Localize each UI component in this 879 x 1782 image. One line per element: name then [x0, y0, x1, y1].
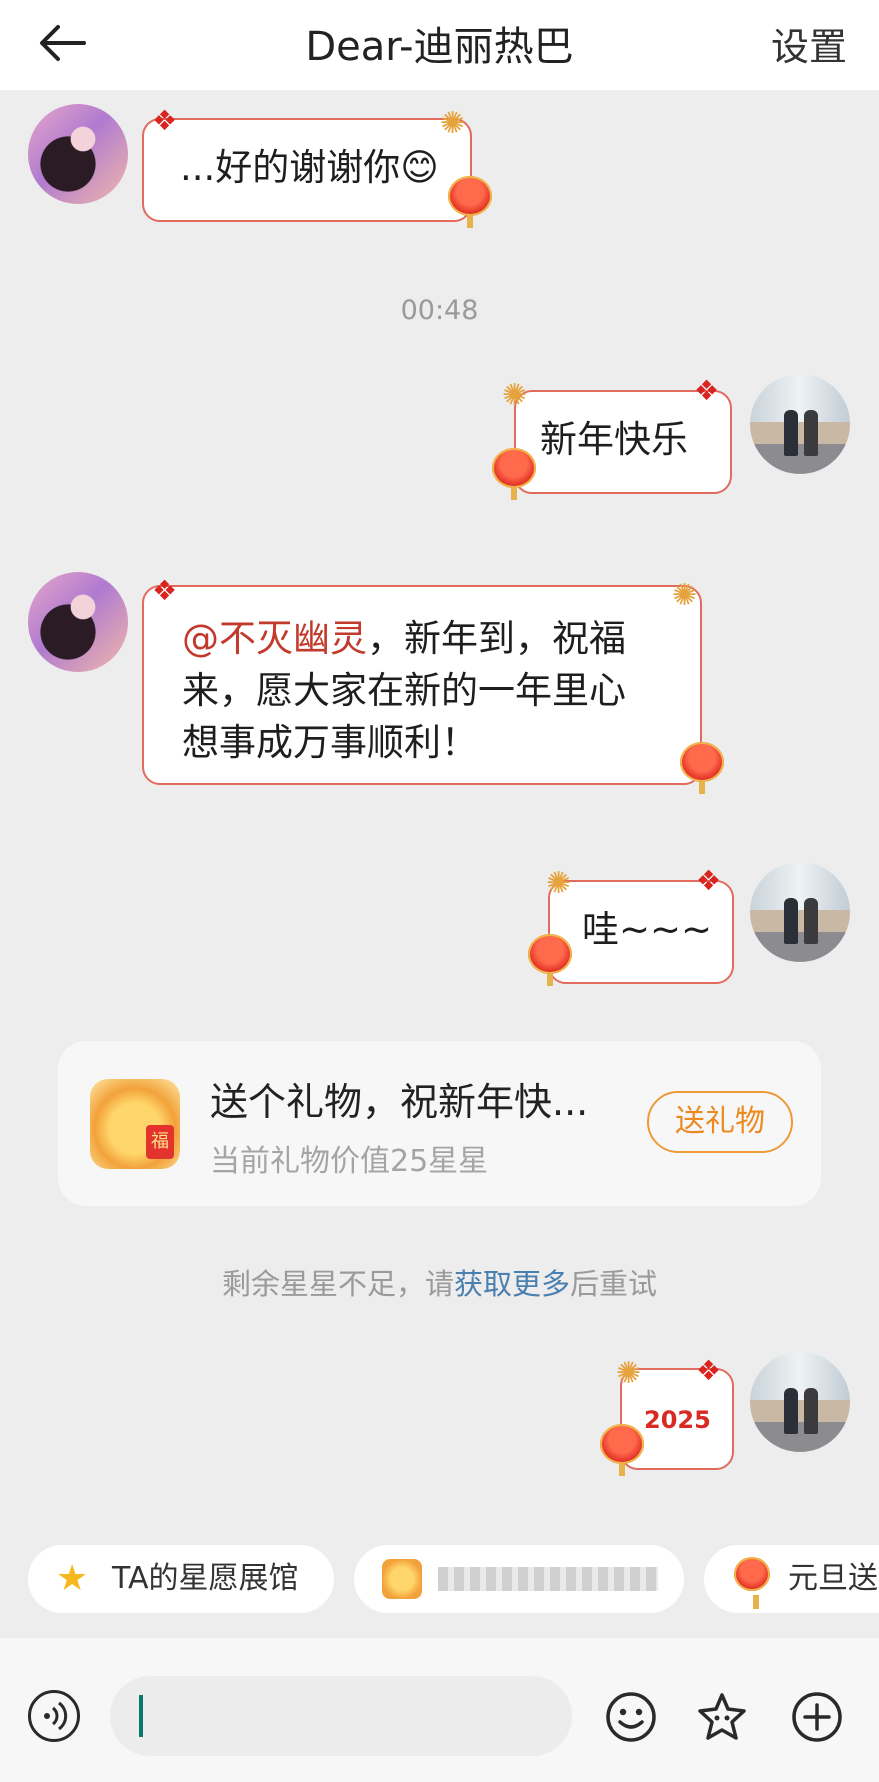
gift-subtitle: 当前礼物价值25星星 [210, 1144, 489, 1179]
contact-avatar[interactable] [28, 572, 128, 672]
message-text: 新年快乐 [540, 418, 688, 461]
settings-button[interactable]: 设置 [771, 16, 847, 71]
page-title: Dear-迪丽热巴 [305, 24, 574, 70]
quick-chip-blurred[interactable] [354, 1545, 684, 1613]
dragon-icon [382, 1559, 422, 1599]
top-bar: Dear-迪丽热巴 设置 [0, 0, 879, 90]
firework-icon: ✺ [672, 578, 698, 613]
send-gift-button[interactable]: 送礼物 [647, 1091, 793, 1153]
my-avatar[interactable] [750, 374, 850, 474]
star-face-icon [698, 1693, 746, 1740]
chinese-knot-icon: ❖ [696, 864, 722, 897]
message-input[interactable] [110, 1676, 572, 1756]
firework-icon: ✺ [616, 1356, 642, 1391]
star-icon: ★ [56, 1558, 89, 1599]
message-bubble-incoming[interactable]: ...好的谢谢你😊 [142, 118, 472, 222]
chinese-knot-icon: ❖ [694, 374, 720, 407]
my-avatar[interactable] [750, 1352, 850, 1452]
chinese-knot-icon: ❖ [152, 104, 178, 137]
firework-icon: ✺ [440, 106, 466, 141]
message-text: 哇~~~ [582, 908, 713, 951]
dragon-gift-icon [90, 1079, 180, 1169]
chip-label: 元旦送 [788, 1561, 878, 1596]
plus-circle-icon [792, 1692, 842, 1742]
message-text: ，新年到，祝福 [367, 617, 626, 660]
quick-chip-star-gallery[interactable]: ★ TA的星愿展馆 [28, 1545, 334, 1613]
lantern-icon [492, 448, 536, 500]
message-text: 想事成万事顺利！ [182, 721, 478, 764]
voice-icon [44, 1701, 68, 1731]
chinese-knot-icon: ❖ [696, 1354, 722, 1387]
notice-suffix: 后重试 [570, 1267, 658, 1301]
sticker-2025: 2025 [644, 1406, 711, 1434]
contact-avatar[interactable] [28, 104, 128, 204]
voice-input-button[interactable] [28, 1690, 80, 1742]
chinese-knot-icon: ❖ [152, 574, 178, 607]
firework-icon: ✺ [546, 866, 572, 901]
gift-suggestion-card[interactable]: 送个礼物，祝新年快... 当前礼物价值25星星 送礼物 [58, 1041, 821, 1206]
gift-title: 送个礼物，祝新年快... [210, 1080, 589, 1124]
input-bar [0, 1638, 879, 1782]
lantern-icon [680, 742, 724, 794]
lantern-icon [528, 934, 572, 986]
text-cursor [139, 1695, 143, 1737]
blurred-label [438, 1567, 658, 1591]
message-text: 来，愿大家在新的一年里心 [182, 669, 626, 712]
message-bubble-incoming[interactable]: @不灭幽灵，新年到，祝福 来，愿大家在新的一年里心 想事成万事顺利！ [142, 585, 702, 785]
lantern-icon [448, 176, 492, 228]
get-more-link[interactable]: 获取更多 [454, 1267, 570, 1301]
message-text: ...好的谢谢你😊 [180, 146, 439, 189]
quick-chip-new-year[interactable]: 元旦送 [704, 1545, 879, 1613]
message-timestamp: 00:48 [400, 295, 479, 326]
system-notice: 剩余星星不足，请获取更多后重试 [0, 1261, 879, 1303]
sticker-button[interactable] [694, 1690, 748, 1744]
notice-prefix: 剩余星星不足，请 [221, 1267, 454, 1301]
emoji-button[interactable] [604, 1690, 658, 1744]
firework-icon: ✺ [502, 378, 528, 413]
my-avatar[interactable] [750, 862, 850, 962]
lantern-icon [734, 1557, 774, 1609]
lantern-icon [600, 1424, 644, 1476]
smiley-icon [606, 1692, 656, 1742]
mention-link[interactable]: @不灭幽灵 [182, 617, 367, 660]
chip-label: TA的星愿展馆 [112, 1561, 299, 1596]
more-options-button[interactable] [790, 1690, 844, 1744]
